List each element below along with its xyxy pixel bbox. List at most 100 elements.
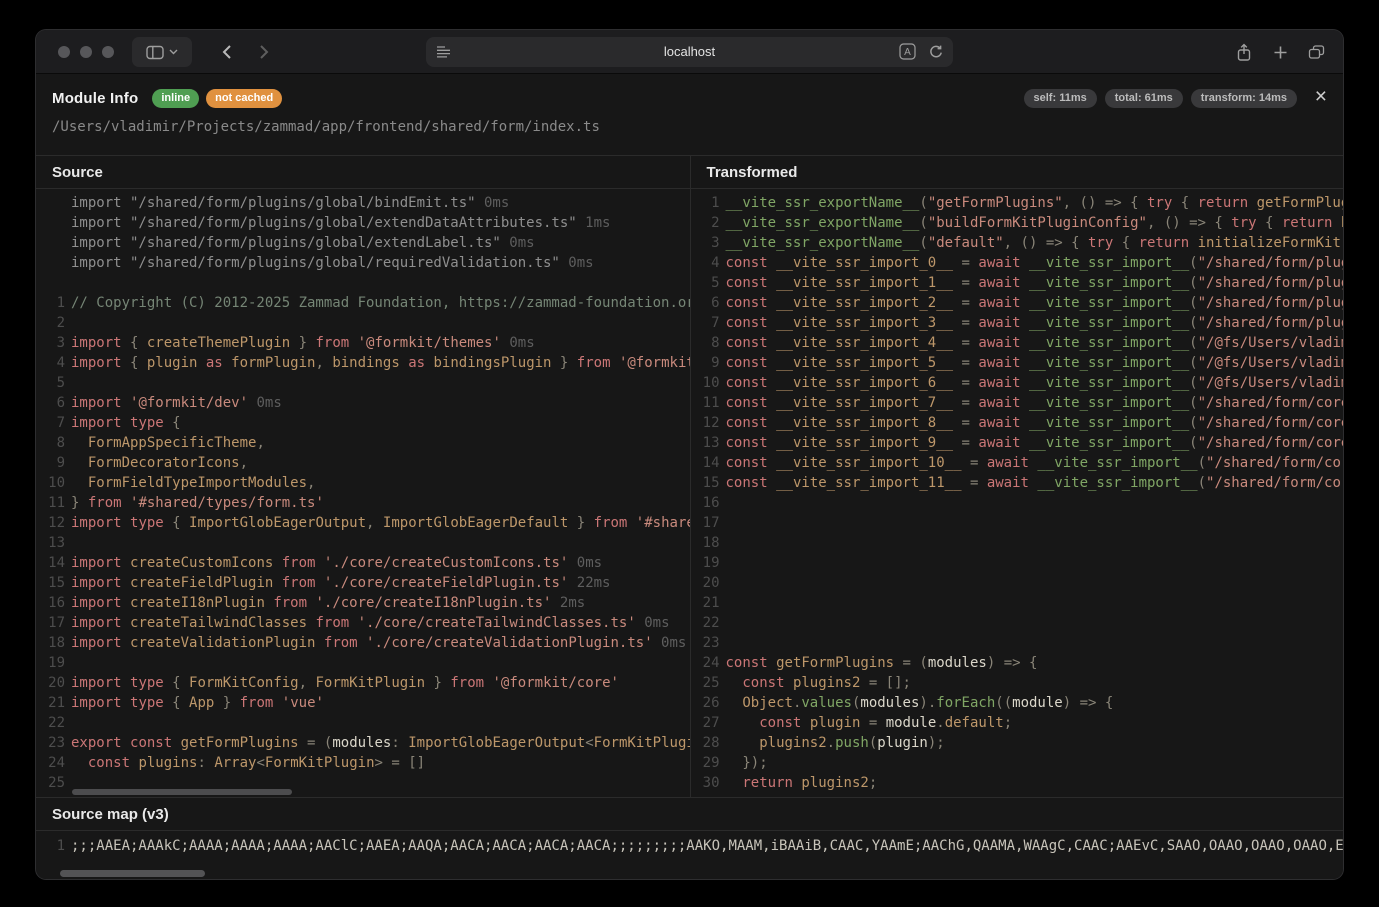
source-hscrollbar-thumb[interactable]: [72, 789, 292, 795]
address-bar[interactable]: localhost A: [426, 37, 953, 67]
code-line: 10 FormFieldTypeImportModules,: [36, 473, 690, 493]
new-tab-button[interactable]: [1266, 38, 1294, 66]
code-line: import "/shared/form/plugins/global/exte…: [36, 233, 690, 253]
close-window-button[interactable]: [58, 46, 70, 58]
code-line: 16import createI18nPlugin from './core/c…: [36, 593, 690, 613]
stat-pill: total: 61ms: [1105, 89, 1183, 108]
code-line: 1;;;AAEA;AAAkC;AAAA;AAAA;AAAA;AAClC;AAEA…: [36, 836, 1343, 856]
tabs-overview-icon: [1308, 44, 1325, 60]
transformed-pane: Transformed 1__vite_ssr_exportName__("ge…: [690, 156, 1344, 797]
sourcemap-hscrollbar-thumb[interactable]: [60, 870, 205, 877]
code-line: 28 plugins2.push(plugin);: [691, 733, 1344, 753]
module-file-path: /Users/vladimir/Projects/zammad/app/fron…: [52, 119, 1327, 135]
code-line: 23: [691, 633, 1344, 653]
page-title: Module Info: [52, 90, 138, 107]
reload-icon[interactable]: [928, 44, 944, 60]
code-line: 12const __vite_ssr_import_8__ = await __…: [691, 413, 1344, 433]
code-line: 19: [36, 653, 690, 673]
code-line: 13: [36, 533, 690, 553]
code-line: 20: [691, 573, 1344, 593]
translate-icon[interactable]: A: [899, 43, 916, 60]
transformed-pane-title: Transformed: [691, 156, 1344, 189]
code-line: 13const __vite_ssr_import_9__ = await __…: [691, 433, 1344, 453]
chevron-down-icon: [169, 49, 178, 55]
code-line: 22: [36, 713, 690, 733]
code-line: 9 FormDecoratorIcons,: [36, 453, 690, 473]
code-line: 12import type { ImportGlobEagerOutput, I…: [36, 513, 690, 533]
browser-window: localhost A: [36, 30, 1343, 879]
code-line: [36, 273, 690, 293]
code-line: 5const __vite_ssr_import_1__ = await __v…: [691, 273, 1344, 293]
forward-icon: [259, 44, 270, 60]
code-line: 21import type { App } from 'vue': [36, 693, 690, 713]
code-line: 17: [691, 513, 1344, 533]
url-text[interactable]: localhost: [426, 37, 953, 67]
code-line: 27 const plugin = module.default;: [691, 713, 1344, 733]
code-line: 19: [691, 553, 1344, 573]
code-line: 9const __vite_ssr_import_5__ = await __v…: [691, 353, 1344, 373]
zoom-window-button[interactable]: [102, 46, 114, 58]
code-line: 14const __vite_ssr_import_10__ = await _…: [691, 453, 1344, 473]
share-icon: [1236, 43, 1252, 62]
code-line: 21: [691, 593, 1344, 613]
badge-not-cached: not cached: [206, 89, 282, 108]
code-line: 22: [691, 613, 1344, 633]
header-stats: self: 11ms total: 61ms transform: 14ms: [1024, 89, 1297, 108]
code-line: 29 });: [691, 753, 1344, 773]
code-line: 8 FormAppSpecificTheme,: [36, 433, 690, 453]
code-line: import "/shared/form/plugins/global/bind…: [36, 193, 690, 213]
code-line: 1// Copyright (C) 2012-2025 Zammad Found…: [36, 293, 690, 313]
code-line: 15const __vite_ssr_import_11__ = await _…: [691, 473, 1344, 493]
code-line: 6const __vite_ssr_import_2__ = await __v…: [691, 293, 1344, 313]
back-icon: [221, 44, 232, 60]
code-line: 11} from '#shared/types/form.ts': [36, 493, 690, 513]
sourcemap-code[interactable]: 1;;;AAEA;AAAkC;AAAA;AAAA;AAAA;AAClC;AAEA…: [36, 831, 1343, 856]
code-line: 20import type { FormKitConfig, FormKitPl…: [36, 673, 690, 693]
code-line: 30 return plugins2;: [691, 773, 1344, 793]
tab-overview-button[interactable]: [1302, 38, 1330, 66]
sidebar-icon: [146, 45, 164, 60]
code-line: 6import '@formkit/dev' 0ms: [36, 393, 690, 413]
code-line: 3import { createThemePlugin } from '@for…: [36, 333, 690, 353]
forward-button[interactable]: [250, 38, 278, 66]
stat-pill: transform: 14ms: [1191, 89, 1297, 108]
window-controls: [58, 46, 114, 58]
badge-inline: inline: [152, 89, 199, 108]
code-line: 15import createFieldPlugin from './core/…: [36, 573, 690, 593]
sourcemap-section: Source map (v3) 1;;;AAEA;AAAkC;AAAA;AAAA…: [36, 797, 1343, 879]
code-line: 24 const plugins: Array<FormKitPlugin> =…: [36, 753, 690, 773]
code-line: 4import { plugin as formPlugin, bindings…: [36, 353, 690, 373]
code-line: 2: [36, 313, 690, 333]
minimize-window-button[interactable]: [80, 46, 92, 58]
code-line: 18: [691, 533, 1344, 553]
code-line: import "/shared/form/plugins/global/requ…: [36, 253, 690, 273]
code-line: 23export const getFormPlugins = (modules…: [36, 733, 690, 753]
back-button[interactable]: [212, 38, 240, 66]
source-code[interactable]: import "/shared/form/plugins/global/bind…: [36, 189, 690, 797]
code-line: 3__vite_ssr_exportName__("default", () =…: [691, 233, 1344, 253]
code-line: 25 const plugins2 = [];: [691, 673, 1344, 693]
sourcemap-title: Source map (v3): [36, 798, 1343, 831]
code-line: 4const __vite_ssr_import_0__ = await __v…: [691, 253, 1344, 273]
page-header: Module Info inline not cached self: 11ms t…: [36, 74, 1343, 155]
share-button[interactable]: [1230, 38, 1258, 66]
code-line: 17import createTailwindClasses from './c…: [36, 613, 690, 633]
plus-icon: [1273, 45, 1288, 60]
stat-pill: self: 11ms: [1024, 89, 1097, 108]
source-pane-title: Source: [36, 156, 690, 189]
close-button[interactable]: ×: [1315, 86, 1327, 107]
code-line: 5: [36, 373, 690, 393]
code-panes: Source import "/shared/form/plugins/glob…: [36, 155, 1343, 797]
transformed-code[interactable]: 1__vite_ssr_exportName__("getFormPlugins…: [691, 189, 1344, 797]
code-line: import "/shared/form/plugins/global/exte…: [36, 213, 690, 233]
code-line: 26 Object.values(modules).forEach((modul…: [691, 693, 1344, 713]
code-line: 24const getFormPlugins = (modules) => {: [691, 653, 1344, 673]
sidebar-toggle-button[interactable]: [132, 37, 192, 67]
code-line: 11const __vite_ssr_import_7__ = await __…: [691, 393, 1344, 413]
code-line: 10const __vite_ssr_import_6__ = await __…: [691, 373, 1344, 393]
header-badges: inline not cached: [152, 89, 282, 108]
module-inspector-page: Module Info inline not cached self: 11ms t…: [36, 74, 1343, 879]
code-line: 16: [691, 493, 1344, 513]
browser-toolbar: localhost A: [36, 30, 1343, 74]
code-line: 18import createValidationPlugin from './…: [36, 633, 690, 653]
